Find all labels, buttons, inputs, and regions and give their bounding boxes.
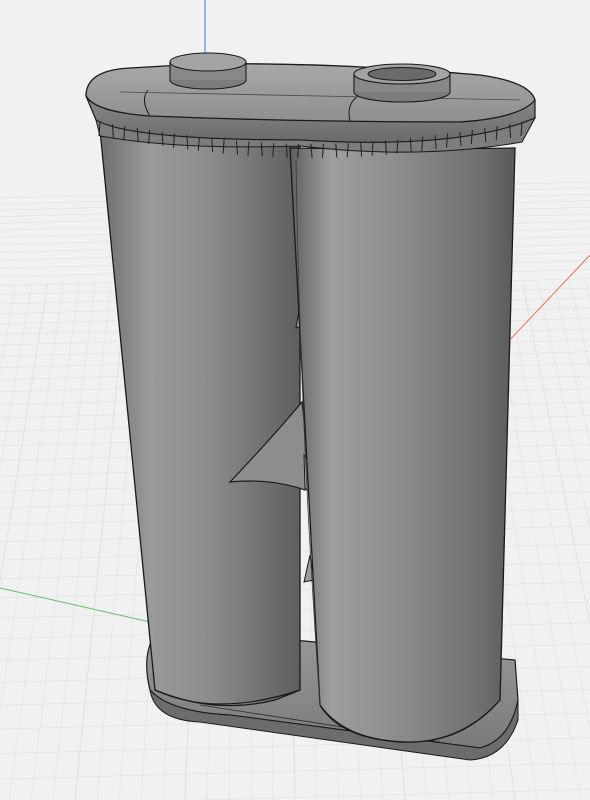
left-boss <box>169 52 247 90</box>
3d-viewport[interactable] <box>0 0 590 800</box>
twin-cylinder-model[interactable] <box>85 52 537 761</box>
right-cylinder <box>289 147 516 743</box>
viewport-canvas[interactable] <box>0 0 590 800</box>
right-boss <box>353 63 451 103</box>
